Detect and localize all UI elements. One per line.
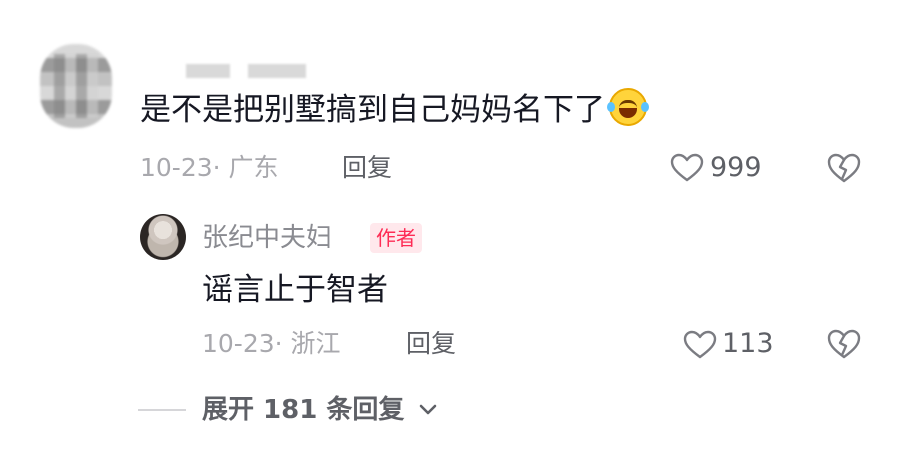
comment-reply-button[interactable]: 回复 xyxy=(342,150,392,186)
expand-replies-button[interactable]: 展开 181 条回复 xyxy=(202,392,404,428)
comment-text: 是不是把别墅搞到自己妈妈名下了 xyxy=(140,92,605,128)
author-avatar[interactable] xyxy=(140,214,186,260)
heart-like-icon[interactable] xyxy=(670,153,704,183)
expand-divider xyxy=(138,409,186,411)
laughing-tears-emoji-icon xyxy=(607,88,649,126)
reply-like-count: 113 xyxy=(722,328,774,359)
commenter-avatar-blurred[interactable] xyxy=(40,44,112,128)
heart-like-icon[interactable] xyxy=(683,330,717,360)
broken-heart-dislike-icon[interactable] xyxy=(827,152,861,184)
reply-reply-button[interactable]: 回复 xyxy=(406,326,456,362)
commenter-name-blurred xyxy=(186,64,230,78)
comment-meta: 10-23· 广东 xyxy=(140,153,279,182)
author-badge: 作者 xyxy=(370,223,422,253)
comment-body: 是不是把别墅搞到自己妈妈名下了 xyxy=(140,88,649,132)
reply-meta: 10-23· 浙江 xyxy=(202,329,341,358)
broken-heart-dislike-icon[interactable] xyxy=(827,328,861,360)
comment-like-count: 999 xyxy=(710,152,762,183)
commenter-name-blurred xyxy=(248,64,306,78)
reply-username[interactable]: 张纪中夫妇 xyxy=(202,220,332,256)
reply-text: 谣言止于智者 xyxy=(202,272,388,308)
chevron-down-icon[interactable] xyxy=(418,403,438,417)
